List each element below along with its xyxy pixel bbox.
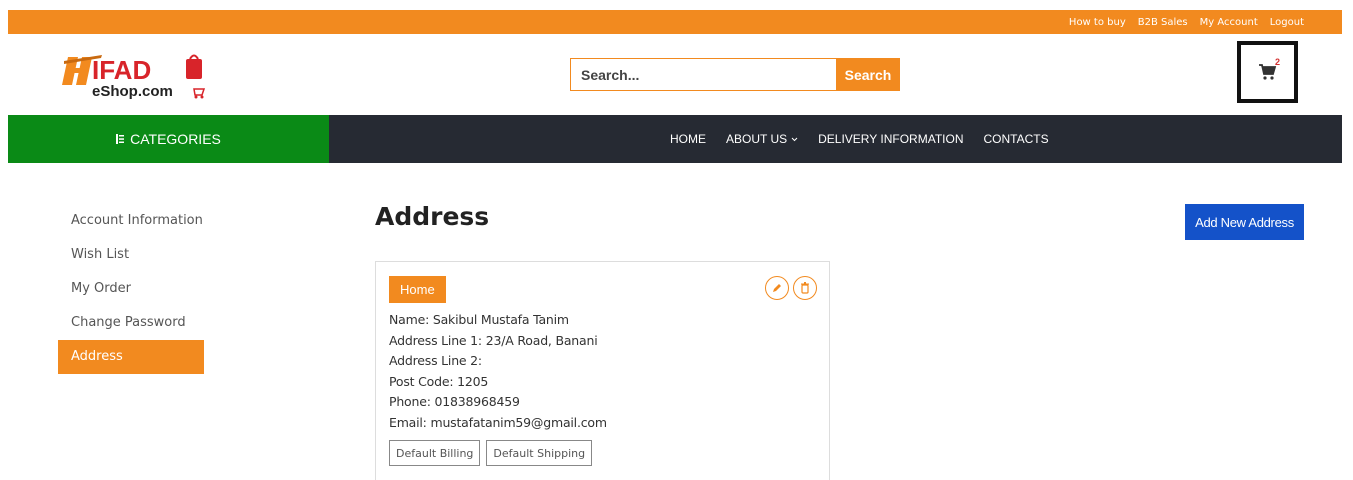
address-actions [765,276,817,300]
edit-address-button[interactable] [765,276,789,300]
top-utility-bar: How to buy B2B Sales My Account Logout [8,10,1342,34]
search-input[interactable] [570,58,836,91]
nav-contacts[interactable]: CONTACTS [983,132,1048,146]
sidebar-item-address[interactable]: Address [58,340,204,374]
nav-menu: HOME ABOUT US DELIVERY INFORMATION CONTA… [329,115,1342,163]
search-bar: Search [570,58,900,91]
cart-count-badge: 2 [1275,57,1281,67]
sidebar-item-my-order[interactable]: My Order [58,272,204,306]
pencil-icon [773,284,781,292]
address-name: Name: Sakibul Mustafa Tanim [389,312,569,327]
search-button[interactable]: Search [836,58,900,91]
b2b-sales-link[interactable]: B2B Sales [1138,17,1188,28]
svg-text:IFAD: IFAD [92,55,151,85]
logo-graphic: IFAD eShop.com [62,54,206,100]
nav-about-us-label: ABOUT US [726,132,788,146]
address-card: Home Name: Sakibul Mustafa Tanim Address… [375,261,830,480]
menu-lines-icon [116,134,125,144]
account-sidebar: Account Information Wish List My Order C… [58,204,204,374]
address-default-buttons: Default Billing Default Shipping [389,440,816,466]
nav-about-us[interactable]: ABOUT US [726,132,798,146]
default-billing-button[interactable]: Default Billing [389,440,481,466]
nav-home[interactable]: HOME [670,132,706,146]
address-details: Name: Sakibul Mustafa Tanim Address Line… [389,310,816,433]
cart-button[interactable]: 2 [1237,41,1298,103]
logout-link[interactable]: Logout [1270,17,1304,28]
main-nav-bar: CATEGORIES HOME ABOUT US DELIVERY INFORM… [8,115,1342,163]
trash-icon [801,282,809,294]
address-email: Email: mustafatanim59@gmail.com [389,414,607,430]
cart-icon [1258,64,1276,80]
nav-delivery-information[interactable]: DELIVERY INFORMATION [818,132,963,146]
categories-button[interactable]: CATEGORIES [8,115,329,163]
address-line-2: Address Line 2: [389,353,482,368]
page-title: Address [375,202,490,231]
how-to-buy-link[interactable]: How to buy [1069,17,1126,28]
default-shipping-button[interactable]: Default Shipping [486,440,593,466]
site-logo[interactable]: IFAD eShop.com [62,51,222,101]
sidebar-item-change-password[interactable]: Change Password [58,306,204,340]
address-post-code: Post Code: 1205 [389,373,489,389]
svg-text:eShop.com: eShop.com [92,83,173,100]
chevron-down-icon [791,137,798,141]
my-account-link[interactable]: My Account [1200,17,1258,28]
add-new-address-button[interactable]: Add New Address [1185,204,1304,240]
address-line-1: Address Line 1: 23/A Road, Banani [389,332,598,348]
sidebar-item-account-information[interactable]: Account Information [58,204,204,238]
address-type-badge: Home [389,276,446,303]
delete-address-button[interactable] [793,276,817,300]
sidebar-item-wish-list[interactable]: Wish List [58,238,204,272]
address-phone: Phone: 01838968459 [389,394,520,409]
categories-label: CATEGORIES [130,131,221,147]
